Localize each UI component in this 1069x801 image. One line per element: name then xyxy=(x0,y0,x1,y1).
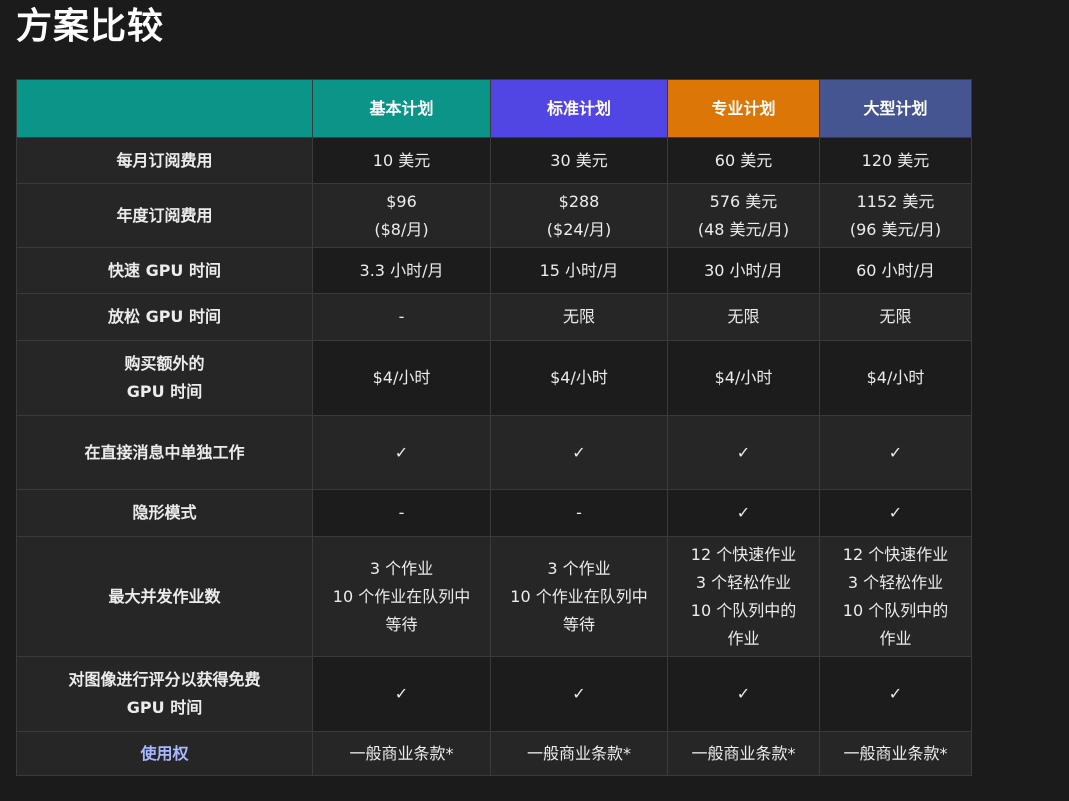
table-row: 最大并发作业数 3 个作业 10 个作业在队列中 等待 3 个作业 10 个作业… xyxy=(16,536,972,657)
table-cell: 1152 美元 (96 美元/月) xyxy=(819,183,972,248)
table-row: 在直接消息中单独工作 ✓ ✓ ✓ ✓ xyxy=(16,415,972,490)
table-cell: - xyxy=(312,489,491,537)
table-cell: 无限 xyxy=(490,293,668,341)
check-icon: ✓ xyxy=(667,489,820,537)
table-cell: 一般商业条款* xyxy=(312,731,491,776)
table-cell: 30 美元 xyxy=(490,137,668,184)
plan-header-pro: 专业计划 xyxy=(667,79,820,138)
check-icon: ✓ xyxy=(490,415,668,490)
row-label: 对图像进行评分以获得免费 GPU 时间 xyxy=(16,656,313,732)
table-cell: - xyxy=(490,489,668,537)
row-label: 在直接消息中单独工作 xyxy=(16,415,313,490)
header-empty-cell xyxy=(16,79,313,138)
table-cell: 无限 xyxy=(667,293,820,341)
row-label: 放松 GPU 时间 xyxy=(16,293,313,341)
table-cell: $4/小时 xyxy=(490,340,668,416)
plan-comparison-table: 基本计划 标准计划 专业计划 大型计划 每月订阅费用 10 美元 30 美元 6… xyxy=(16,79,972,776)
table-cell: 一般商业条款* xyxy=(667,731,820,776)
table-cell: 一般商业条款* xyxy=(819,731,972,776)
table-row: 隐形模式 - - ✓ ✓ xyxy=(16,489,972,537)
page-title: 方案比较 xyxy=(16,6,165,47)
table-cell: $4/小时 xyxy=(667,340,820,416)
table-cell: 12 个快速作业 3 个轻松作业 10 个队列中的 作业 xyxy=(819,536,972,657)
table-row: 年度订阅费用 $96 ($8/月) $288 ($24/月) 576 美元 (4… xyxy=(16,183,972,248)
check-icon: ✓ xyxy=(312,415,491,490)
table-cell: 12 个快速作业 3 个轻松作业 10 个队列中的 作业 xyxy=(667,536,820,657)
table-cell: - xyxy=(312,293,491,341)
table-cell: 3.3 小时/月 xyxy=(312,247,491,294)
table-cell: $96 ($8/月) xyxy=(312,183,491,248)
plan-header-basic: 基本计划 xyxy=(312,79,491,138)
table-header-row: 基本计划 标准计划 专业计划 大型计划 xyxy=(16,79,972,138)
table-cell: 10 美元 xyxy=(312,137,491,184)
table-cell: 30 小时/月 xyxy=(667,247,820,294)
table-cell: 15 小时/月 xyxy=(490,247,668,294)
table-row: 放松 GPU 时间 - 无限 无限 无限 xyxy=(16,293,972,341)
table-cell: $4/小时 xyxy=(312,340,491,416)
table-cell: 无限 xyxy=(819,293,972,341)
table-row: 每月订阅费用 10 美元 30 美元 60 美元 120 美元 xyxy=(16,137,972,184)
table-cell: 576 美元 (48 美元/月) xyxy=(667,183,820,248)
usage-rights-link[interactable]: 使用权 xyxy=(16,731,313,776)
check-icon: ✓ xyxy=(667,415,820,490)
check-icon: ✓ xyxy=(312,656,491,732)
table-row: 使用权 一般商业条款* 一般商业条款* 一般商业条款* 一般商业条款* xyxy=(16,731,972,776)
table-cell: $288 ($24/月) xyxy=(490,183,668,248)
check-icon: ✓ xyxy=(667,656,820,732)
check-icon: ✓ xyxy=(819,489,972,537)
row-label: 年度订阅费用 xyxy=(16,183,313,248)
check-icon: ✓ xyxy=(819,415,972,490)
table-cell: 一般商业条款* xyxy=(490,731,668,776)
row-label: 快速 GPU 时间 xyxy=(16,247,313,294)
row-label: 隐形模式 xyxy=(16,489,313,537)
check-icon: ✓ xyxy=(490,656,668,732)
table-row: 快速 GPU 时间 3.3 小时/月 15 小时/月 30 小时/月 60 小时… xyxy=(16,247,972,294)
table-cell: $4/小时 xyxy=(819,340,972,416)
table-cell: 3 个作业 10 个作业在队列中 等待 xyxy=(490,536,668,657)
table-cell: 120 美元 xyxy=(819,137,972,184)
row-label: 每月订阅费用 xyxy=(16,137,313,184)
row-label: 购买额外的 GPU 时间 xyxy=(16,340,313,416)
check-icon: ✓ xyxy=(819,656,972,732)
table-cell: 3 个作业 10 个作业在队列中 等待 xyxy=(312,536,491,657)
table-cell: 60 美元 xyxy=(667,137,820,184)
plan-header-mega: 大型计划 xyxy=(819,79,972,138)
table-cell: 60 小时/月 xyxy=(819,247,972,294)
table-row: 购买额外的 GPU 时间 $4/小时 $4/小时 $4/小时 $4/小时 xyxy=(16,340,972,416)
row-label: 最大并发作业数 xyxy=(16,536,313,657)
table-row: 对图像进行评分以获得免费 GPU 时间 ✓ ✓ ✓ ✓ xyxy=(16,656,972,732)
plan-header-standard: 标准计划 xyxy=(490,79,668,138)
